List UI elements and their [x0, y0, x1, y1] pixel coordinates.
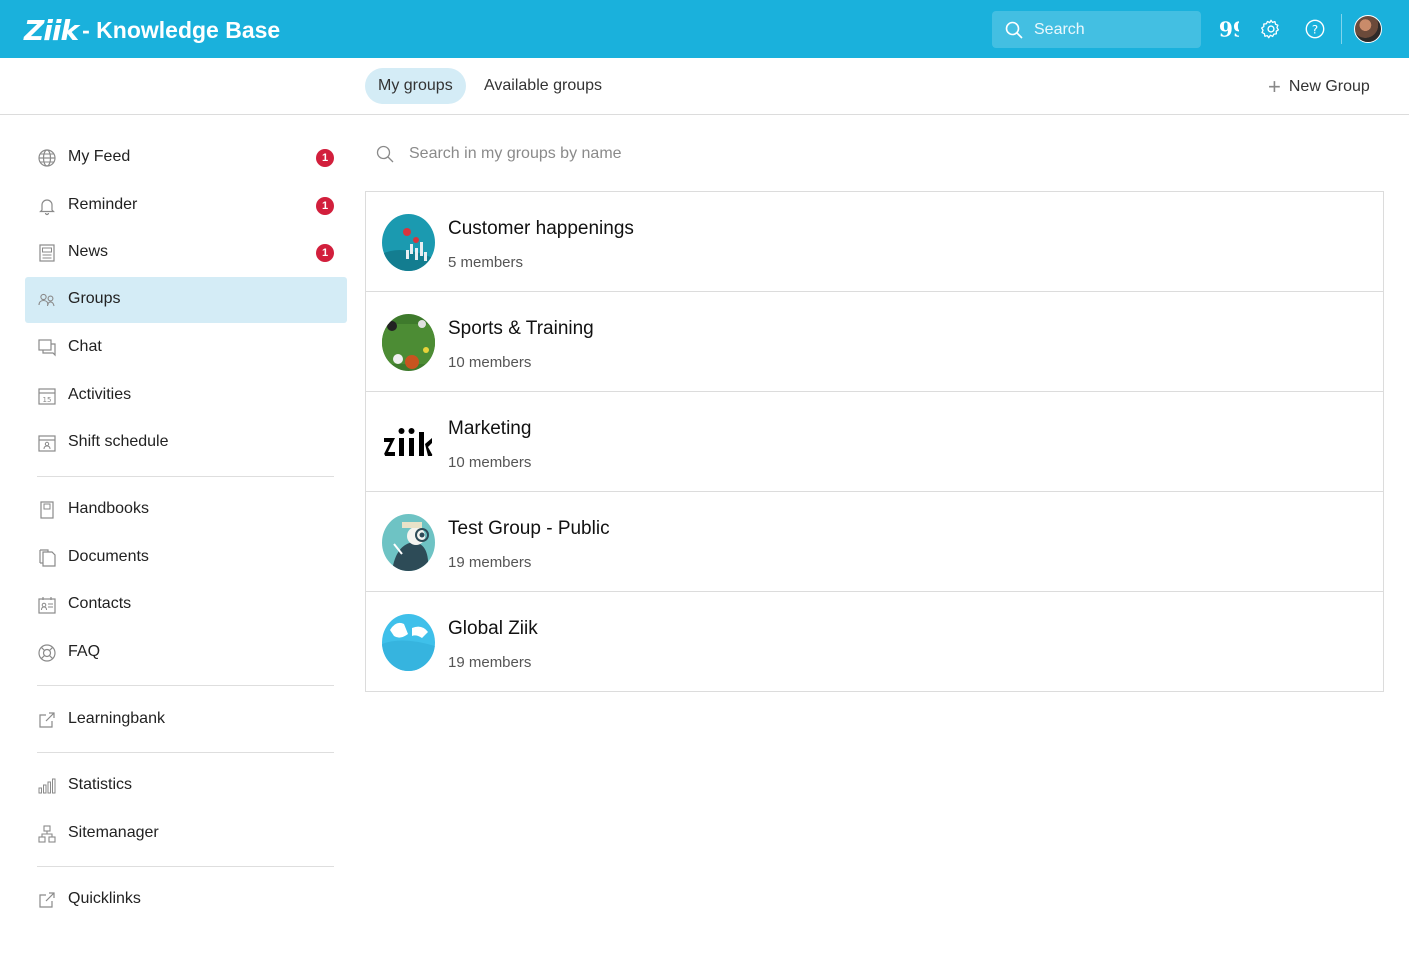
- group-list: Customer happenings 5 members Sports & T…: [365, 191, 1384, 692]
- lifebuoy-icon: [38, 644, 56, 662]
- external-link-icon: [39, 892, 55, 908]
- sidebar-item-label: FAQ: [68, 643, 101, 660]
- sidebar-item-label: My Feed: [68, 148, 131, 165]
- svg-text:99: 99: [1219, 18, 1239, 40]
- calendar-icon: 15: [38, 388, 56, 405]
- sidebar: My Feed 1 Reminder 1 News 1 Groups Chat …: [0, 115, 360, 955]
- group-name: Marketing: [448, 418, 532, 439]
- notification-badge: 1: [316, 149, 334, 167]
- quote-icon[interactable]: 99: [1216, 17, 1240, 41]
- sidebar-item-label: Chat: [68, 338, 102, 355]
- group-card-customer-happenings[interactable]: Customer happenings 5 members: [366, 192, 1383, 292]
- header-divider: [1341, 14, 1342, 44]
- search-icon: [1005, 21, 1023, 39]
- sidebar-item-label: Shift schedule: [68, 433, 169, 450]
- sidebar-item-handbooks[interactable]: Handbooks: [25, 487, 347, 533]
- notification-badge: 1: [316, 197, 334, 215]
- new-group-button[interactable]: + New Group: [1268, 76, 1370, 98]
- sidebar-item-learningbank[interactable]: Learningbank: [25, 697, 347, 743]
- sidebar-item-groups[interactable]: Groups: [25, 277, 347, 323]
- group-name: Global Ziik: [448, 618, 538, 639]
- sidebar-item-label: News: [68, 243, 109, 260]
- notification-badge: 1: [316, 244, 334, 262]
- ziik-logo: Ziik: [24, 13, 79, 47]
- gear-icon[interactable]: [1259, 17, 1283, 41]
- group-search-input[interactable]: [409, 145, 829, 163]
- sidebar-item-label: Statistics: [68, 776, 133, 793]
- svg-text:?: ?: [1312, 23, 1318, 37]
- sidebar-item-my-feed[interactable]: My Feed 1: [25, 135, 347, 181]
- contacts-icon: [38, 597, 56, 614]
- sidebar-item-label: Contacts: [68, 595, 132, 612]
- sidebar-item-sitemanager[interactable]: Sitemanager: [25, 811, 347, 857]
- sidebar-divider: [37, 752, 334, 753]
- sidebar-item-contacts[interactable]: Contacts: [25, 582, 347, 628]
- sidebar-item-label: Reminder: [68, 196, 138, 213]
- group-member-count: 5 members: [448, 254, 524, 271]
- sidebar-item-faq[interactable]: FAQ: [25, 630, 347, 676]
- sidebar-item-quicklinks[interactable]: Quicklinks: [25, 877, 347, 923]
- group-avatar: [382, 314, 435, 371]
- group-search[interactable]: [375, 138, 875, 170]
- sidebar-divider: [37, 866, 334, 867]
- help-icon[interactable]: ?: [1303, 17, 1327, 41]
- sidebar-item-news[interactable]: News 1: [25, 230, 347, 276]
- sidebar-item-activities[interactable]: 15 Activities: [25, 373, 347, 419]
- top-bar: Ziik - Knowledge Base 99 ?: [0, 0, 1409, 58]
- group-avatar: [382, 514, 435, 571]
- sidebar-divider: [37, 476, 334, 477]
- ziik-logo-avatar: [382, 414, 435, 471]
- sidebar-item-documents[interactable]: Documents: [25, 535, 347, 581]
- newspaper-icon: [39, 244, 55, 262]
- group-avatar: [382, 214, 435, 271]
- groups-subheader: My groups Available groups + New Group: [0, 58, 1409, 115]
- new-group-label: New Group: [1288, 78, 1370, 95]
- tab-available-groups[interactable]: Available groups: [471, 68, 615, 104]
- sidebar-item-statistics[interactable]: Statistics: [25, 763, 347, 809]
- global-search[interactable]: [992, 11, 1201, 48]
- sidebar-item-shift-schedule[interactable]: Shift schedule: [25, 420, 347, 466]
- sidebar-item-label: Documents: [68, 548, 149, 565]
- sidebar-item-label: Quicklinks: [68, 890, 141, 907]
- group-member-count: 19 members: [448, 654, 532, 671]
- sidebar-item-reminder[interactable]: Reminder 1: [25, 183, 347, 229]
- globe-icon: [38, 149, 56, 167]
- sidebar-item-chat[interactable]: Chat: [25, 325, 347, 371]
- brand[interactable]: Ziik - Knowledge Base: [24, 13, 281, 47]
- sitemap-icon: [38, 825, 56, 843]
- documents-icon: [39, 549, 56, 567]
- users-icon: [38, 293, 55, 307]
- group-member-count: 10 members: [448, 354, 532, 371]
- group-card-test-group-public[interactable]: Test Group - Public 19 members: [366, 492, 1383, 592]
- sidebar-item-label: Groups: [68, 290, 121, 307]
- tab-my-groups[interactable]: My groups: [365, 68, 466, 104]
- sidebar-divider: [37, 685, 334, 686]
- sidebar-item-label: Handbooks: [68, 500, 149, 517]
- group-avatar: [382, 614, 435, 671]
- svg-text:15: 15: [43, 396, 52, 404]
- global-search-input[interactable]: [1034, 20, 1184, 39]
- group-card-global-ziik[interactable]: Global Ziik 19 members: [366, 592, 1383, 691]
- plus-icon: +: [1268, 74, 1281, 99]
- search-icon: [376, 145, 394, 163]
- sidebar-item-label: Sitemanager: [68, 824, 159, 841]
- book-icon: [40, 501, 54, 519]
- group-card-sports-training[interactable]: Sports & Training 10 members: [366, 292, 1383, 392]
- external-link-icon: [39, 712, 55, 728]
- chat-icon: [38, 339, 56, 357]
- group-name: Customer happenings: [448, 218, 634, 239]
- user-avatar[interactable]: [1354, 15, 1382, 43]
- app-title: - Knowledge Base: [82, 16, 281, 43]
- bar-chart-icon: [38, 778, 56, 794]
- group-card-marketing[interactable]: Marketing 10 members: [366, 392, 1383, 492]
- sidebar-item-label: Learningbank: [68, 710, 165, 727]
- group-member-count: 19 members: [448, 554, 532, 571]
- group-name: Test Group - Public: [448, 518, 610, 539]
- group-name: Sports & Training: [448, 318, 594, 339]
- bell-icon: [39, 199, 55, 216]
- sidebar-item-label: Activities: [68, 386, 132, 403]
- schedule-icon: [38, 435, 56, 452]
- group-member-count: 10 members: [448, 454, 532, 471]
